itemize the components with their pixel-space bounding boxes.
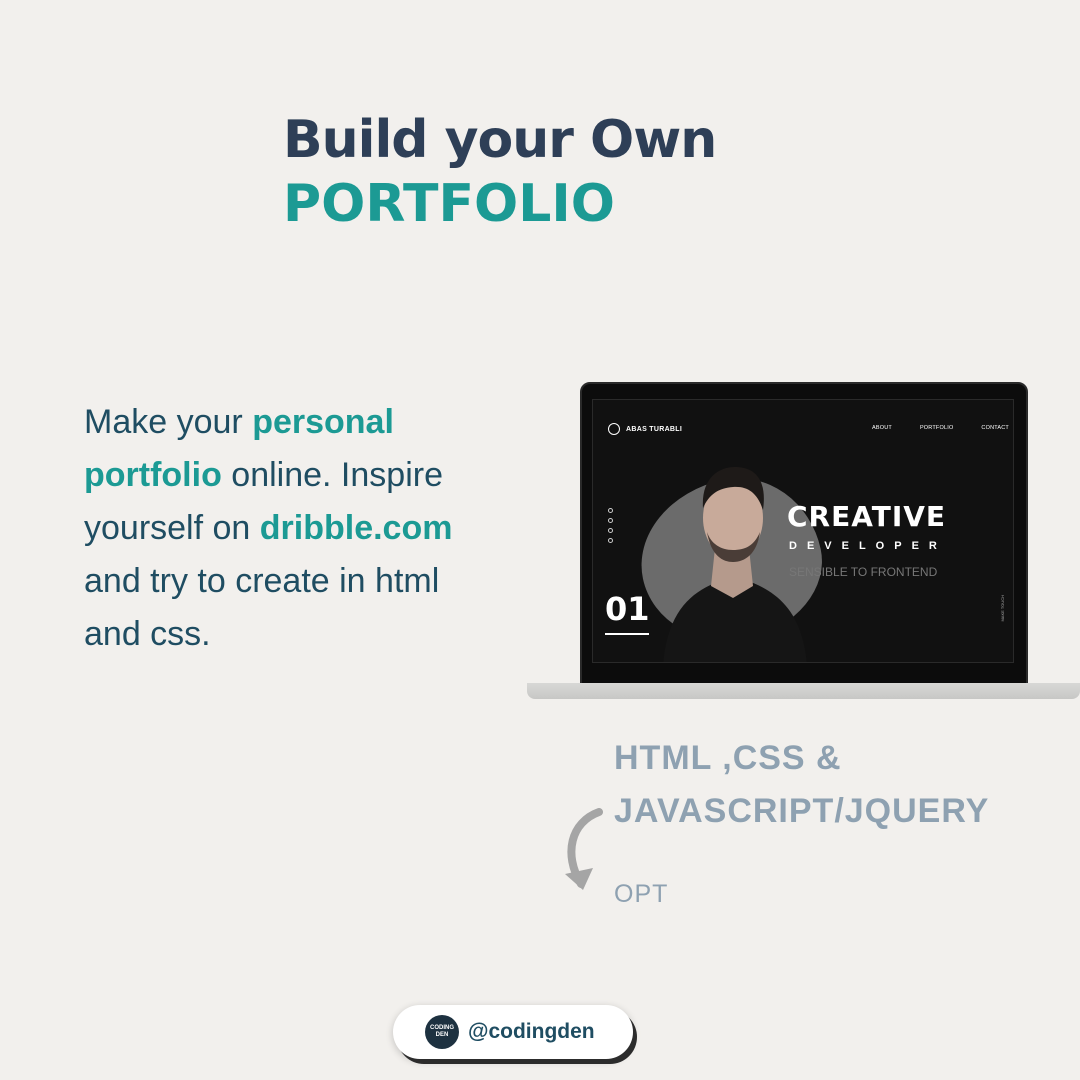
- screen-headline: CREATIVE: [787, 500, 947, 533]
- body-text: Make your personal portfolio online. Ins…: [84, 396, 504, 661]
- social-handle[interactable]: @codingden: [468, 1020, 595, 1044]
- body-text-part-1: Make your: [84, 403, 253, 441]
- screen-slide-number: 01: [605, 590, 650, 628]
- screen-subheadline: DEVELOPER: [789, 540, 947, 552]
- screen-nav: ABOUT PORTFOLIO CONTACT: [872, 425, 1009, 431]
- laptop-screen: ABAS TURABLI ABOUT PORTFOLIO CONTACT CRE…: [592, 399, 1014, 663]
- slide-dot: [608, 538, 613, 543]
- curved-arrow-icon: [565, 808, 603, 890]
- title-block: Build your Own PORTFOLIO: [283, 108, 717, 236]
- screen-nav-about: ABOUT: [871, 425, 892, 431]
- tech-stack: HTML ,CSS & JAVASCRIPT/JQUERY: [614, 732, 1034, 838]
- screen-nav-portfolio: PORTFOLIO: [919, 425, 954, 431]
- laptop-base: [527, 683, 1080, 699]
- opt-label: OPT: [614, 880, 669, 908]
- tech-line-1: HTML ,CSS &: [614, 739, 842, 777]
- screen-slide-underline: [605, 633, 649, 635]
- screen-nav-contact: CONTACT: [981, 425, 1009, 431]
- slide-dot: [608, 528, 613, 533]
- tech-line-2: JAVASCRIPT/JQUERY: [614, 792, 990, 830]
- body-text-part-3: and try to create in html and css.: [84, 562, 440, 653]
- title-line-2: PORTFOLIO: [283, 174, 615, 234]
- codingden-logo-icon: CODING DEN: [425, 1015, 459, 1049]
- screen-slide-dots: [608, 508, 613, 543]
- slide-dot: [608, 518, 613, 523]
- social-handle-badge[interactable]: CODING DEN @codingden: [393, 1005, 633, 1059]
- logo-text: CODING DEN: [430, 1025, 454, 1038]
- slide-dot: [608, 508, 613, 513]
- screen-scroll-label: MAKE TOUCH: [1000, 595, 1005, 622]
- body-highlight-dribbble: dribble.com: [259, 509, 453, 547]
- screen-tagline: SENSIBLE TO FRONTEND: [789, 565, 938, 579]
- screen-logo-icon: [608, 423, 620, 435]
- title-line-1: Build your Own: [283, 110, 717, 170]
